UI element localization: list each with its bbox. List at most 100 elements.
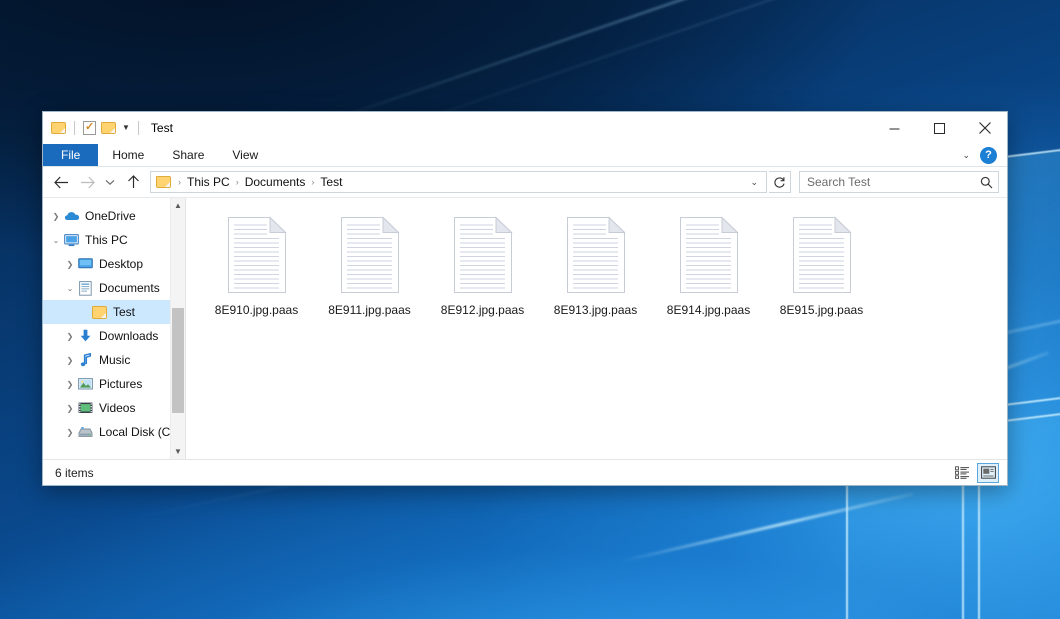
- toolbar-divider: [138, 121, 139, 135]
- up-arrow-icon[interactable]: [121, 170, 145, 194]
- quick-access-toolbar: ▼: [51, 121, 142, 135]
- file-item[interactable]: 8E915.jpg.paas: [765, 214, 878, 317]
- properties-checkbox-icon[interactable]: [83, 121, 96, 135]
- status-bar: 6 items: [43, 459, 1007, 485]
- recent-locations-icon[interactable]: [101, 170, 119, 194]
- folder-icon: [156, 176, 171, 188]
- file-item[interactable]: 8E911.jpg.paas: [313, 214, 426, 317]
- help-button[interactable]: ?: [980, 147, 997, 164]
- breadcrumb-separator: ›: [308, 177, 317, 187]
- chevron-right-icon[interactable]: ❯: [49, 212, 63, 221]
- file-name: 8E915.jpg.paas: [780, 303, 863, 317]
- file-name: 8E912.jpg.paas: [441, 303, 524, 317]
- forward-arrow-icon: [75, 170, 99, 194]
- file-name: 8E913.jpg.paas: [554, 303, 637, 317]
- file-list-view[interactable]: 8E910.jpg.paas: [186, 198, 1007, 459]
- ribbon-tab-bar: File Home Share View ⌄ ?: [43, 144, 1007, 167]
- tab-file[interactable]: File: [43, 144, 98, 166]
- sidebar-item-local-disk[interactable]: ❯ Local Disk (C:): [43, 420, 185, 444]
- sidebar-item-downloads[interactable]: ❯ Downloads: [43, 324, 185, 348]
- download-icon: [77, 329, 94, 343]
- breadcrumb-test[interactable]: Test: [317, 175, 345, 189]
- sidebar-label: Pictures: [99, 377, 142, 391]
- tab-view[interactable]: View: [218, 144, 272, 166]
- magnifier-icon[interactable]: [980, 176, 993, 189]
- tab-share[interactable]: Share: [158, 144, 218, 166]
- search-placeholder: Search Test: [807, 175, 980, 189]
- desktop-icon: [77, 258, 94, 270]
- hard-drive-icon: [77, 426, 94, 438]
- chevron-down-icon[interactable]: ⌄: [63, 284, 77, 293]
- close-icon[interactable]: [962, 112, 1007, 144]
- breadcrumb[interactable]: › This PC › Documents › Test ⌄: [150, 171, 767, 193]
- sidebar-label: Desktop: [99, 257, 143, 271]
- chevron-down-icon[interactable]: ▼: [122, 124, 130, 132]
- toolbar-divider: [74, 121, 75, 135]
- sidebar-item-this-pc[interactable]: ⌄ This PC: [43, 228, 185, 252]
- sidebar-item-desktop[interactable]: ❯ Desktop: [43, 252, 185, 276]
- tab-home[interactable]: Home: [98, 144, 158, 166]
- sidebar-label: Test: [113, 305, 135, 319]
- minimize-icon[interactable]: [872, 112, 917, 144]
- desktop-background: ▼ Test File Home Share View: [0, 0, 1060, 619]
- scrollbar-thumb[interactable]: [172, 308, 184, 413]
- breadcrumb-documents[interactable]: Documents: [242, 175, 309, 189]
- folder-icon[interactable]: [51, 122, 66, 134]
- title-bar: ▼ Test: [43, 112, 1007, 144]
- documents-icon: [77, 281, 94, 296]
- sidebar-item-music[interactable]: ❯ Music: [43, 348, 185, 372]
- file-name: 8E910.jpg.paas: [215, 303, 298, 317]
- sidebar-item-videos[interactable]: ❯ Videos: [43, 396, 185, 420]
- sidebar-item-pictures[interactable]: ❯ Pictures: [43, 372, 185, 396]
- chevron-right-icon[interactable]: ❯: [63, 428, 77, 437]
- chevron-right-icon[interactable]: ❯: [63, 404, 77, 413]
- sidebar-label: Downloads: [99, 329, 158, 343]
- file-item[interactable]: 8E913.jpg.paas: [539, 214, 652, 317]
- navigation-pane: ❯ OneDrive ⌄ This PC ❯: [43, 198, 185, 459]
- sidebar-item-onedrive[interactable]: ❯ OneDrive: [43, 204, 185, 228]
- file-name: 8E911.jpg.paas: [328, 303, 411, 317]
- chevron-right-icon[interactable]: ❯: [63, 356, 77, 365]
- item-count-label: 6 items: [55, 466, 94, 480]
- chevron-right-icon[interactable]: ❯: [63, 332, 77, 341]
- sidebar-label: This PC: [85, 233, 128, 247]
- chevron-right-icon[interactable]: ❯: [63, 260, 77, 269]
- chevron-right-icon[interactable]: ❯: [63, 380, 77, 389]
- window-title: Test: [151, 121, 173, 135]
- explorer-body: ❯ OneDrive ⌄ This PC ❯: [43, 197, 1007, 459]
- tree-spacer: ·: [77, 308, 91, 317]
- folder-icon: [91, 306, 108, 319]
- pictures-icon: [77, 378, 94, 390]
- refresh-icon[interactable]: [769, 171, 791, 193]
- search-input[interactable]: Search Test: [799, 171, 999, 193]
- sidebar-item-documents[interactable]: ⌄ Documents: [43, 276, 185, 300]
- maximize-icon[interactable]: [917, 112, 962, 144]
- chevron-down-icon[interactable]: ⌄: [744, 177, 764, 188]
- file-name: 8E914.jpg.paas: [667, 303, 750, 317]
- new-folder-icon[interactable]: [101, 122, 116, 134]
- large-icons-view-icon[interactable]: [977, 463, 999, 483]
- view-toggle-group: [951, 463, 999, 483]
- sidebar-scrollbar[interactable]: ▲ ▼: [170, 198, 185, 459]
- chevron-down-icon[interactable]: ⌄: [962, 150, 970, 161]
- back-arrow-icon[interactable]: [49, 170, 73, 194]
- sidebar-label: Local Disk (C:): [99, 425, 178, 439]
- chevron-down-icon[interactable]: ⌄: [49, 236, 63, 245]
- generic-document-icon: [791, 216, 853, 294]
- sidebar-label: Documents: [99, 281, 160, 295]
- file-explorer-window: ▼ Test File Home Share View: [42, 111, 1008, 486]
- breadcrumb-this-pc[interactable]: This PC: [184, 175, 233, 189]
- cloud-icon: [63, 210, 80, 222]
- file-item[interactable]: 8E912.jpg.paas: [426, 214, 539, 317]
- details-view-icon[interactable]: [951, 463, 973, 483]
- videos-icon: [77, 402, 94, 414]
- sidebar-label: Music: [99, 353, 130, 367]
- window-controls: [872, 112, 1007, 144]
- file-item[interactable]: 8E914.jpg.paas: [652, 214, 765, 317]
- monitor-icon: [63, 234, 80, 247]
- file-item[interactable]: 8E910.jpg.paas: [200, 214, 313, 317]
- sidebar-item-test[interactable]: · Test: [43, 300, 185, 324]
- chevron-up-icon[interactable]: ▲: [171, 198, 185, 213]
- chevron-down-icon[interactable]: ▼: [171, 444, 185, 459]
- sidebar-label: OneDrive: [85, 209, 136, 223]
